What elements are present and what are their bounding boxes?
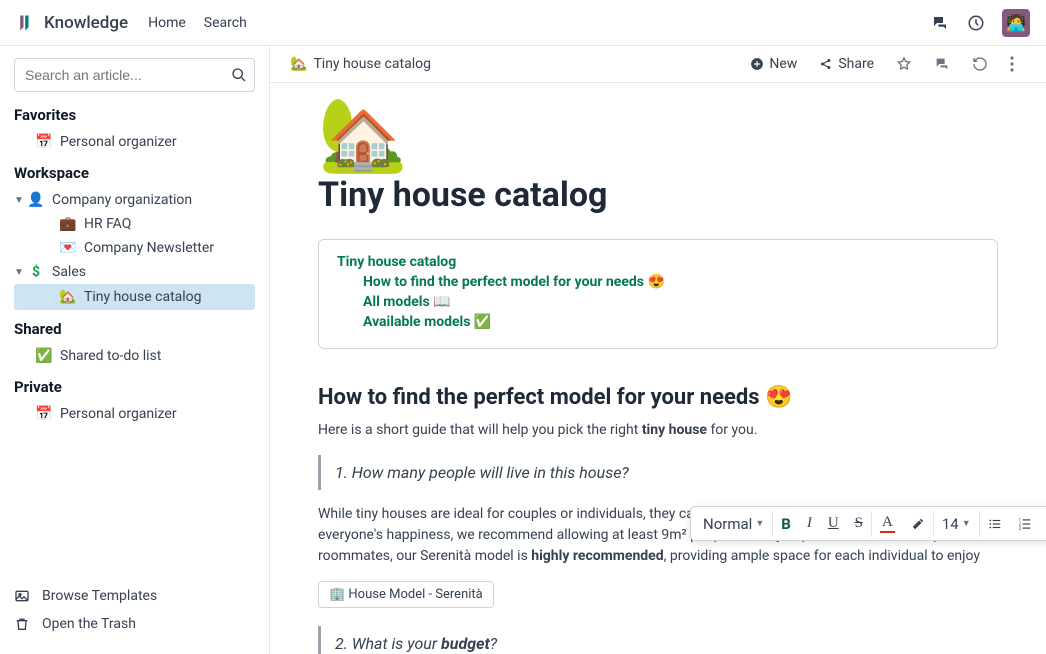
toc-item[interactable]: All models 📖 xyxy=(337,294,979,310)
tree-label: Sales xyxy=(52,264,86,280)
image-icon xyxy=(14,588,32,604)
table-of-contents: Tiny house catalog How to find the perfe… xyxy=(318,239,998,349)
comments-icon[interactable] xyxy=(934,56,950,72)
caret-down-icon[interactable]: ▼ xyxy=(14,195,26,206)
topbar: Knowledge Home Search 🧑‍💻 xyxy=(0,0,1046,46)
search-box xyxy=(14,58,255,92)
nav-search[interactable]: Search xyxy=(204,15,247,31)
check-icon: ✅ xyxy=(34,348,54,364)
search-input[interactable] xyxy=(14,58,255,92)
tree-private-organizer[interactable]: 📅 Personal organizer xyxy=(14,402,255,426)
app-title: Knowledge xyxy=(44,13,128,33)
highlight-button[interactable] xyxy=(903,511,934,537)
tree-label: Company Newsletter xyxy=(84,240,214,256)
tree-shared-todo[interactable]: ✅ Shared to-do list xyxy=(14,344,255,368)
svg-text:3: 3 xyxy=(1018,525,1021,530)
quote-block[interactable]: 1. How many people will live in this hou… xyxy=(318,455,998,490)
reference-chip[interactable]: 🏢 House Model - Serenità xyxy=(318,581,494,608)
strikethrough-button[interactable]: S xyxy=(847,511,872,537)
new-button[interactable]: New xyxy=(750,56,797,72)
tree-tiny-house-catalog[interactable]: 🏡 Tiny house catalog xyxy=(14,284,255,310)
section-favorites: Favorites xyxy=(14,106,255,124)
more-menu-icon[interactable] xyxy=(1010,56,1026,72)
open-trash-button[interactable]: Open the Trash xyxy=(14,610,255,638)
plus-circle-icon xyxy=(750,57,764,71)
messages-icon[interactable] xyxy=(930,13,950,33)
dollar-icon: $ xyxy=(26,264,46,280)
floating-text-toolbar: Normal▼ B I U S A 14▼ 123 xyxy=(690,506,1046,541)
house-icon: 🏡 xyxy=(58,289,78,305)
silhouette-icon: 👤 xyxy=(26,192,46,208)
tree-label: HR FAQ xyxy=(84,216,131,232)
chevron-down-icon: ▼ xyxy=(962,518,971,529)
article-title[interactable]: Tiny house catalog xyxy=(318,175,998,215)
tree-sales[interactable]: ▼ $ Sales xyxy=(14,260,255,284)
content-area: 🏡 Tiny house catalog New Share xyxy=(270,46,1046,654)
tree-label: Personal organizer xyxy=(60,134,177,150)
section-shared: Shared xyxy=(14,320,255,338)
envelope-icon: 💌 xyxy=(58,240,78,256)
heading-text: How to find the perfect model for your n… xyxy=(318,385,765,410)
briefcase-icon: 💼 xyxy=(58,216,78,232)
browse-templates-button[interactable]: Browse Templates xyxy=(14,582,255,610)
footer-label: Open the Trash xyxy=(42,616,136,632)
user-avatar[interactable]: 🧑‍💻 xyxy=(1002,9,1030,37)
content-header: 🏡 Tiny house catalog New Share xyxy=(270,46,1046,83)
tree-label: Company organization xyxy=(52,192,192,208)
italic-button[interactable]: I xyxy=(799,511,820,537)
font-color-button[interactable]: A xyxy=(872,510,903,537)
footer-label: Browse Templates xyxy=(42,588,157,604)
toc-item[interactable]: Available models ✅ xyxy=(337,314,979,330)
numbered-list-button[interactable]: 123 xyxy=(1010,511,1040,537)
house-icon: 🏡 xyxy=(290,56,307,72)
bullet-list-button[interactable] xyxy=(980,511,1010,537)
breadcrumb[interactable]: 🏡 Tiny house catalog xyxy=(290,56,431,72)
history-icon[interactable] xyxy=(972,56,988,72)
activity-icon[interactable] xyxy=(966,13,986,33)
section-workspace: Workspace xyxy=(14,164,255,182)
calendar-icon: 📅 xyxy=(34,134,54,150)
share-icon xyxy=(819,57,833,71)
cover-emoji[interactable]: 🏡 xyxy=(318,99,998,171)
search-icon[interactable] xyxy=(231,67,247,83)
fav-personal-organizer[interactable]: 📅 Personal organizer xyxy=(14,130,255,154)
nav-home[interactable]: Home xyxy=(148,15,186,31)
toc-item[interactable]: Tiny house catalog xyxy=(337,254,979,270)
app-logo-icon xyxy=(16,13,36,33)
share-label: Share xyxy=(838,56,874,72)
bold-button[interactable]: B xyxy=(773,511,799,537)
favorite-star-icon[interactable] xyxy=(896,56,912,72)
font-size-select[interactable]: 14▼ xyxy=(934,511,980,537)
toc-item[interactable]: How to find the perfect model for your n… xyxy=(337,274,979,290)
chevron-down-icon: ▼ xyxy=(755,518,764,529)
section-private: Private xyxy=(14,378,255,396)
tree-hr-faq[interactable]: 💼 HR FAQ xyxy=(14,212,255,236)
heart-eyes-icon: 😍 xyxy=(765,385,792,410)
underline-button[interactable]: U xyxy=(820,511,847,537)
tree-label: Shared to-do list xyxy=(60,348,161,364)
breadcrumb-label: Tiny house catalog xyxy=(313,56,431,72)
trash-icon xyxy=(14,616,32,632)
paragraph[interactable]: Here is a short guide that will help you… xyxy=(318,420,998,441)
checklist-button[interactable] xyxy=(1040,511,1046,537)
tree-label: Tiny house catalog xyxy=(84,289,202,305)
new-label: New xyxy=(769,56,797,72)
tree-company-org[interactable]: ▼ 👤 Company organization xyxy=(14,188,255,212)
tree-company-newsletter[interactable]: 💌 Company Newsletter xyxy=(14,236,255,260)
sidebar: Favorites 📅 Personal organizer Workspace… xyxy=(0,46,270,654)
caret-down-icon[interactable]: ▼ xyxy=(14,267,26,278)
section-heading[interactable]: How to find the perfect model for your n… xyxy=(318,385,998,410)
calendar-icon: 📅 xyxy=(34,406,54,422)
article-body: 🏡 Tiny house catalog Tiny house catalog … xyxy=(270,83,1046,654)
tree-label: Personal organizer xyxy=(60,406,177,422)
quote-block[interactable]: 2. What is your budget? xyxy=(318,626,998,654)
share-button[interactable]: Share xyxy=(819,56,874,72)
text-style-select[interactable]: Normal▼ xyxy=(695,511,773,537)
